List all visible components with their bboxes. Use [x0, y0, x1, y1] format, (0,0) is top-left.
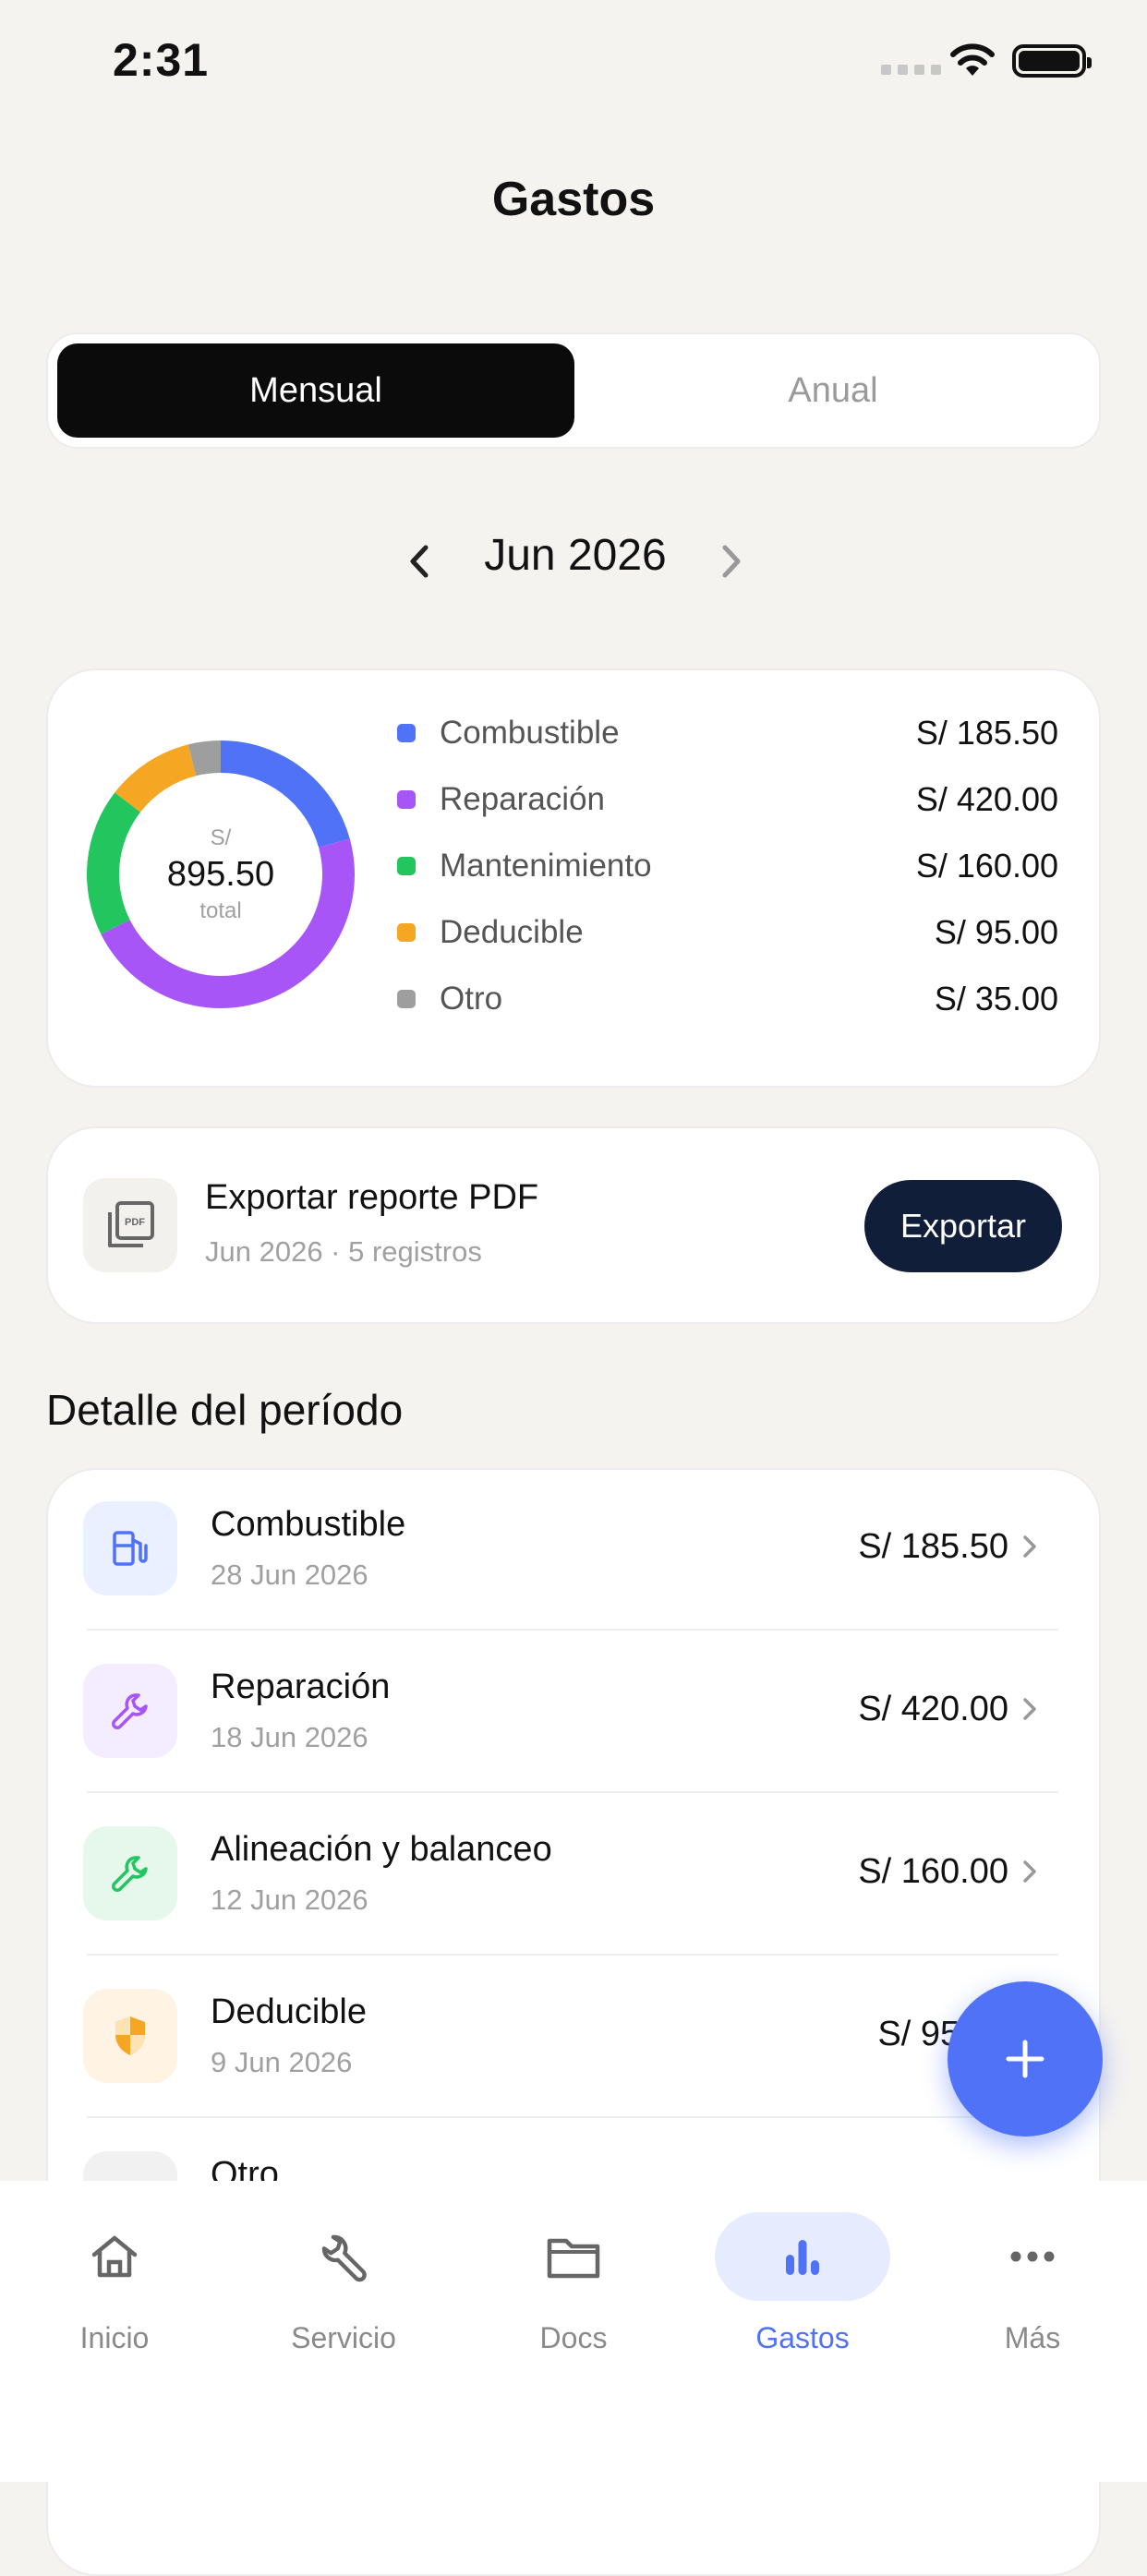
- row-amount: S/ 420.00: [858, 1690, 1008, 1728]
- legend-row-reparacion: Reparación S/ 420.00: [397, 776, 1058, 824]
- legend-name: Reparación: [440, 781, 605, 817]
- export-subtitle: Jun 2026 · 5 registros: [205, 1235, 482, 1268]
- donut-total: 895.50: [166, 854, 275, 894]
- export-title: Exportar reporte PDF: [205, 1178, 539, 1217]
- plus-icon: [1006, 2040, 1044, 2078]
- chevron-right-icon: [722, 545, 741, 578]
- export-button[interactable]: Exportar: [864, 1180, 1062, 1272]
- add-expense-button[interactable]: [948, 1981, 1103, 2137]
- fuel-icon: [83, 1501, 177, 1595]
- wrench-icon: [256, 2212, 431, 2301]
- tab-servicio[interactable]: Servicio: [229, 2212, 458, 2378]
- legend-row-mantenimiento: Mantenimiento S/ 160.00: [397, 842, 1058, 890]
- row-amount: S/ 185.50: [858, 1527, 1008, 1566]
- shield-icon: [83, 1989, 177, 2083]
- legend-value: S/ 185.50: [915, 714, 1058, 752]
- legend-value: S/ 160.00: [915, 847, 1058, 885]
- chevron-right-icon: [1016, 1533, 1044, 1560]
- chevron-left-icon: [410, 545, 429, 578]
- legend-dot: [397, 857, 416, 875]
- donut-currency: S/: [210, 825, 232, 850]
- segment-mensual[interactable]: Mensual: [57, 343, 574, 438]
- tab-label: Más: [1004, 2321, 1061, 2354]
- chevron-right-icon: [1016, 1858, 1044, 1885]
- legend-row-combustible: Combustible S/ 185.50: [397, 709, 1058, 757]
- tab-label: Docs: [539, 2321, 608, 2354]
- row-date: 12 Jun 2026: [211, 1884, 368, 1916]
- tab-label: Gastos: [755, 2321, 850, 2354]
- legend-value: S/ 420.00: [915, 780, 1058, 818]
- chevron-right-icon: [1016, 1695, 1044, 1723]
- expense-row-alineacion[interactable]: Alineación y balanceo 12 Jun 2026 S/ 160…: [46, 1793, 1101, 1956]
- expense-row-combustible[interactable]: Combustible 28 Jun 2026 S/ 185.50: [46, 1468, 1101, 1631]
- svg-text:PDF: PDF: [125, 1217, 145, 1228]
- legend-name: Deducible: [440, 914, 584, 950]
- page-title: Gastos: [491, 173, 656, 226]
- legend-name: Otro: [440, 981, 503, 1017]
- battery-icon: [1012, 44, 1092, 78]
- tab-label: Inicio: [79, 2321, 150, 2354]
- expense-row-deducible[interactable]: Deducible 9 Jun 2026 S/ 95.00: [46, 1956, 1101, 2118]
- legend-dot: [397, 724, 416, 742]
- previous-month-button[interactable]: [392, 534, 447, 589]
- legend-value: S/ 35.00: [934, 980, 1058, 1017]
- legend-row-otro: Otro S/ 35.00: [397, 975, 1058, 1023]
- ellipsis-icon: [945, 2212, 1120, 2301]
- pdf-icon: PDF: [83, 1178, 177, 1272]
- wrench-icon: [83, 1664, 177, 1758]
- tab-inicio[interactable]: Inicio: [0, 2212, 229, 2378]
- legend-name: Combustible: [440, 715, 620, 751]
- row-title: Alineación y balanceo: [211, 1830, 552, 1869]
- row-title: Reparación: [211, 1667, 391, 1706]
- row-amount: S/ 160.00: [858, 1852, 1008, 1891]
- legend-dot: [397, 923, 416, 942]
- status-time: 2:31: [113, 34, 210, 86]
- period-segmented-control: Mensual Anual: [46, 332, 1101, 449]
- wifi-icon: [950, 43, 995, 76]
- donut-total-caption: total: [199, 897, 242, 923]
- folder-icon: [486, 2212, 661, 2301]
- expense-row-reparacion[interactable]: Reparación 18 Jun 2026 S/ 420.00: [46, 1631, 1101, 1793]
- row-title: Combustible: [211, 1505, 406, 1544]
- row-title: Deducible: [211, 1992, 367, 2031]
- row-date: 28 Jun 2026: [211, 1559, 368, 1591]
- row-date: 9 Jun 2026: [211, 2046, 353, 2078]
- segment-anual[interactable]: Anual: [574, 343, 1092, 438]
- legend-row-deducible: Deducible S/ 95.00: [397, 909, 1058, 957]
- next-month-button[interactable]: [704, 534, 759, 589]
- bar-chart-icon: [715, 2212, 890, 2301]
- tab-label: Servicio: [291, 2321, 396, 2354]
- cellular-signal-icon: [881, 65, 941, 75]
- donut-center: S/ 895.50 total: [87, 740, 355, 1008]
- tab-docs[interactable]: Docs: [459, 2212, 688, 2378]
- tab-mas[interactable]: Más: [918, 2212, 1147, 2378]
- home-icon: [27, 2212, 202, 2301]
- wrench-icon: [83, 1826, 177, 1920]
- tab-gastos[interactable]: Gastos: [688, 2212, 917, 2378]
- section-title: Detalle del período: [46, 1386, 404, 1434]
- legend-value: S/ 95.00: [934, 913, 1058, 951]
- month-label: Jun 2026: [484, 531, 667, 580]
- legend-dot: [397, 990, 416, 1008]
- legend-name: Mantenimiento: [440, 848, 652, 884]
- legend-dot: [397, 790, 416, 809]
- row-date: 18 Jun 2026: [211, 1721, 368, 1753]
